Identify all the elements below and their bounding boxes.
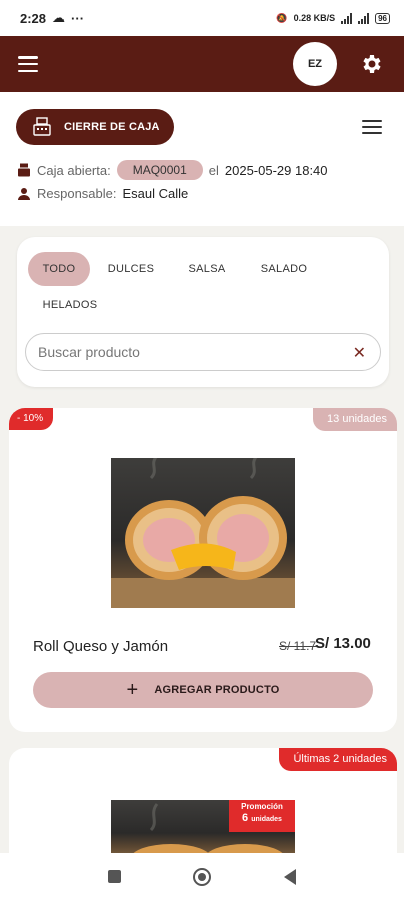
responsable-name: Esaul Calle — [122, 186, 189, 201]
tab-salsa[interactable]: SALSA — [175, 252, 239, 286]
cash-register-small-icon — [18, 163, 30, 177]
promo-qty: 6 — [242, 812, 249, 824]
product-card: - 10% 13 unidades Roll Queso y Jamón S/ … — [9, 408, 397, 732]
stock-badge: Últimas 2 unidades — [279, 748, 397, 771]
menu-icon[interactable] — [18, 56, 38, 72]
caja-header: CIERRE DE CAJA Caja abierta: MAQ0001 el … — [0, 92, 404, 226]
network-speed: 0.28 KB/S — [293, 13, 336, 23]
search-input[interactable]: Buscar producto ✕ — [25, 333, 381, 371]
promo-tag: Promoción 6 unidades — [229, 800, 295, 832]
product-image — [111, 458, 295, 608]
caja-el: el — [208, 162, 219, 178]
back-icon[interactable] — [284, 869, 296, 885]
status-bar: 2:28 ☁ ··· 🔕 0.28 KB/S 96 — [0, 0, 404, 36]
stock-badge: 13 unidades — [313, 408, 397, 431]
clear-search-icon[interactable]: ✕ — [353, 343, 366, 363]
caja-datetime: 2025-05-29 18:40 — [224, 162, 328, 178]
responsable-row: Responsable: Esaul Calle — [17, 186, 188, 201]
price: S/ 13.00 — [315, 635, 371, 652]
cash-register-icon — [33, 117, 51, 136]
tab-salado[interactable]: SALADO — [249, 252, 319, 286]
tab-todo[interactable]: TODO — [28, 252, 90, 286]
caja-info-row: Caja abierta: MAQ0001 el 2025-05-29 18:4… — [17, 160, 328, 180]
add-product-button[interactable]: + AGREGAR PRODUCTO — [33, 672, 373, 708]
responsable-label: Responsable: — [37, 186, 117, 201]
system-nav-bar — [0, 853, 404, 900]
app-bar: EZ — [0, 36, 404, 92]
discount-badge: - 10% — [9, 408, 54, 430]
home-icon[interactable] — [193, 868, 211, 886]
search-placeholder: Buscar producto — [38, 344, 140, 360]
gear-icon[interactable] — [359, 52, 383, 76]
battery-icon: 96 — [375, 12, 390, 24]
filter-card: TODO DULCES SALSA SALADO HELADOS Buscar … — [17, 237, 389, 387]
avatar[interactable]: EZ — [293, 42, 337, 86]
roll-queso-jamon-image — [111, 458, 295, 608]
signal-icon-2 — [358, 12, 370, 24]
signal-icon — [341, 12, 353, 24]
mute-icon: 🔕 — [276, 12, 288, 23]
cierre-de-caja-button[interactable]: CIERRE DE CAJA — [16, 109, 174, 145]
options-menu-icon[interactable] — [362, 120, 382, 134]
recents-icon[interactable] — [108, 870, 121, 883]
product-name: Roll Queso y Jamón — [33, 638, 169, 655]
tab-dulces[interactable]: DULCES — [97, 252, 165, 286]
person-icon — [18, 187, 30, 200]
tab-helados[interactable]: HELADOS — [31, 288, 109, 322]
caja-label: Caja abierta: — [37, 162, 111, 178]
cierre-label: CIERRE DE CAJA — [64, 121, 160, 133]
promo-title: Promoción — [241, 802, 283, 811]
caja-code-chip: MAQ0001 — [116, 160, 203, 180]
status-time: 2:28 — [20, 10, 47, 26]
more-notifications-icon: ··· — [71, 10, 85, 26]
cloud-icon: ☁ — [52, 10, 66, 25]
product-image: Promoción 6 unidades — [111, 800, 295, 860]
promo-unit: unidades — [251, 816, 282, 823]
old-price: S/ 11.7 — [279, 639, 317, 653]
plus-icon: + — [126, 679, 139, 701]
add-product-label: AGREGAR PRODUCTO — [154, 684, 280, 696]
